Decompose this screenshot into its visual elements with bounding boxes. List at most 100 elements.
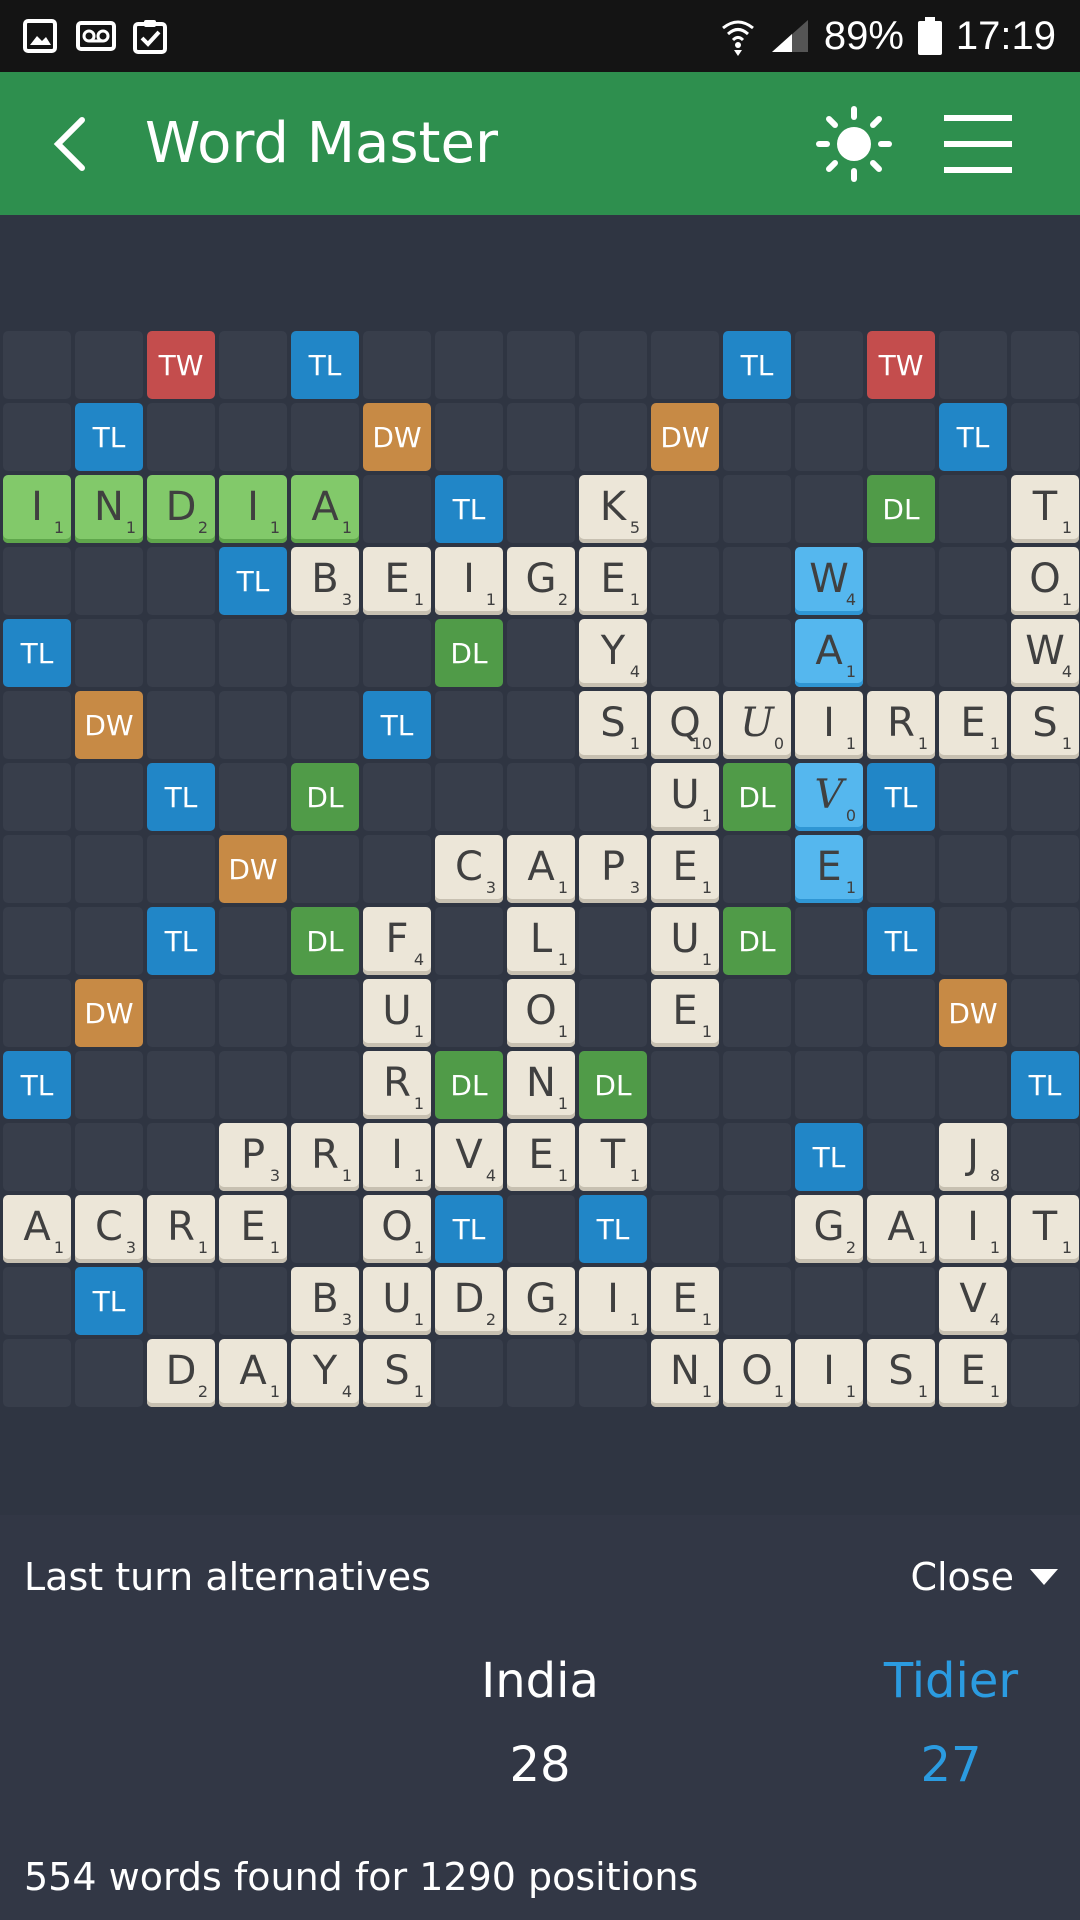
board-square[interactable] [795,907,863,975]
board-square[interactable] [795,331,863,399]
board-square[interactable] [3,331,71,399]
premium-square-dw[interactable]: DW [219,835,287,903]
letter-tile[interactable]: I1 [795,1339,863,1407]
board-square[interactable] [507,331,575,399]
premium-square-tl[interactable]: TL [939,403,1007,471]
letter-tile[interactable]: E1 [651,835,719,903]
premium-square-dl[interactable]: DL [723,763,791,831]
board-square[interactable] [867,1051,935,1119]
letter-tile[interactable]: E1 [939,1339,1007,1407]
letter-tile[interactable]: W4 [795,547,863,615]
board-square[interactable] [579,331,647,399]
board-square[interactable] [579,1339,647,1407]
letter-tile[interactable]: A1 [291,475,359,543]
letter-tile[interactable]: U1 [363,1267,431,1335]
board-square[interactable] [219,979,287,1047]
board-square[interactable] [75,763,143,831]
board-square[interactable] [75,331,143,399]
board-square[interactable] [435,403,503,471]
letter-tile[interactable]: J8 [939,1123,1007,1191]
letter-tile[interactable]: E1 [579,547,647,615]
board-square[interactable] [867,979,935,1047]
board-square[interactable] [219,331,287,399]
premium-square-tl[interactable]: TL [3,1051,71,1119]
board-square[interactable] [75,619,143,687]
board-square[interactable] [651,331,719,399]
board-square[interactable] [1011,763,1079,831]
premium-square-tl[interactable]: TL [147,763,215,831]
board-square[interactable] [507,1339,575,1407]
premium-square-dw[interactable]: DW [363,403,431,471]
board-square[interactable] [723,979,791,1047]
board-square[interactable] [579,763,647,831]
board-square[interactable] [939,619,1007,687]
premium-square-tl[interactable]: TL [435,475,503,543]
board-square[interactable] [1011,979,1079,1047]
board-square[interactable] [867,1267,935,1335]
board-square[interactable] [723,403,791,471]
board-square[interactable] [363,763,431,831]
letter-tile[interactable]: A1 [3,1195,71,1263]
letter-tile[interactable]: E1 [507,1123,575,1191]
letter-tile[interactable]: I1 [3,475,71,543]
premium-square-tl[interactable]: TL [363,691,431,759]
board-square[interactable] [3,907,71,975]
letter-tile[interactable]: S1 [363,1339,431,1407]
premium-square-dw[interactable]: DW [75,979,143,1047]
premium-square-dw[interactable]: DW [939,979,1007,1047]
letter-tile[interactable]: D2 [147,475,215,543]
board-square[interactable] [795,403,863,471]
board-square[interactable] [291,691,359,759]
board-square[interactable] [291,1195,359,1263]
letter-tile[interactable]: A1 [867,1195,935,1263]
premium-square-tl[interactable]: TL [75,403,143,471]
board-square[interactable] [219,1267,287,1335]
board-square[interactable] [939,547,1007,615]
board-square[interactable] [723,1267,791,1335]
board-square[interactable] [867,547,935,615]
letter-tile[interactable]: I1 [219,475,287,543]
board-square[interactable] [435,1339,503,1407]
board-square[interactable] [723,1051,791,1119]
board-square[interactable] [147,835,215,903]
board-square[interactable] [723,475,791,543]
board-square[interactable] [723,1123,791,1191]
premium-square-tl[interactable]: TL [147,907,215,975]
board-square[interactable] [3,691,71,759]
board-square[interactable] [219,907,287,975]
letter-tile[interactable]: E1 [219,1195,287,1263]
board-square[interactable] [75,835,143,903]
premium-square-dw[interactable]: DW [75,691,143,759]
letter-tile[interactable]: R1 [291,1123,359,1191]
letter-tile[interactable]: I1 [435,547,503,615]
letter-tile[interactable]: C3 [435,835,503,903]
premium-square-tw[interactable]: TW [867,331,935,399]
board-square[interactable] [75,907,143,975]
letter-tile[interactable]: T1 [1011,475,1079,543]
letter-tile[interactable]: C3 [75,1195,143,1263]
board-square[interactable] [723,835,791,903]
board-square[interactable] [507,691,575,759]
letter-tile[interactable]: E1 [939,691,1007,759]
board-square[interactable] [147,1267,215,1335]
board-square[interactable] [1011,403,1079,471]
board-square[interactable] [1011,1339,1079,1407]
board-square[interactable] [651,547,719,615]
premium-square-dl[interactable]: DL [291,907,359,975]
board-square[interactable] [723,1195,791,1263]
letter-tile[interactable]: N1 [75,475,143,543]
board-square[interactable] [435,907,503,975]
board-square[interactable] [651,1123,719,1191]
board-square[interactable] [939,331,1007,399]
letter-tile[interactable]: K5 [579,475,647,543]
board-square[interactable] [291,835,359,903]
board-square[interactable] [219,1051,287,1119]
board-square[interactable] [651,1195,719,1263]
board-square[interactable] [147,1051,215,1119]
board-square[interactable] [75,1339,143,1407]
board-square[interactable] [867,1123,935,1191]
letter-tile[interactable]: I1 [579,1267,647,1335]
board-square[interactable] [507,403,575,471]
letter-tile[interactable]: I1 [363,1123,431,1191]
board-square[interactable] [939,763,1007,831]
